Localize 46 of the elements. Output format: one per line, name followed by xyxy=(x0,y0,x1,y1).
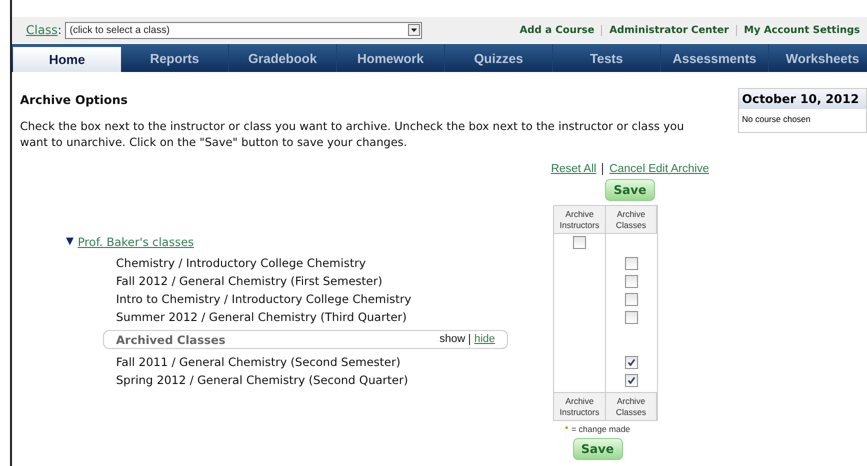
checkbox[interactable] xyxy=(573,236,586,249)
collapse-toggle[interactable]: ▼ xyxy=(66,234,74,250)
nav-tab[interactable]: Quizzes xyxy=(445,44,553,72)
action-link[interactable]: Cancel Edit Archive xyxy=(602,163,716,175)
class-dropdown[interactable]: (click to select a class) xyxy=(64,22,422,38)
column-header: Archive Classes xyxy=(605,205,657,234)
legend-text: = change made xyxy=(571,424,630,434)
action-link[interactable]: Reset All xyxy=(544,163,602,175)
date-heading: October 10, 2012 xyxy=(739,89,866,109)
checkbox[interactable] xyxy=(625,292,638,306)
class-link[interactable]: Class xyxy=(26,23,58,37)
class-name: Chemistry / Introductory College Chemistry xyxy=(115,255,367,272)
class-name: Intro to Chemistry / Introductory College Chemistry xyxy=(115,291,412,308)
top-link[interactable]: Add a Course xyxy=(512,24,602,36)
instructor-link[interactable]: Prof. Baker's classes xyxy=(78,234,194,250)
nav-tab[interactable]: Gradebook xyxy=(229,44,337,72)
class-name: Fall 2012 / General Chemistry (First Semester) xyxy=(115,273,384,290)
save-button[interactable]: Save xyxy=(605,179,655,201)
nav-tab[interactable]: Homework xyxy=(337,44,445,72)
class-name: Fall 2011 / General Chemistry (Second Semester) xyxy=(115,354,402,371)
checkbox[interactable] xyxy=(625,356,638,368)
class-name: Spring 2012 / General Chemistry (Second Quarter) xyxy=(115,372,410,389)
colon: : xyxy=(58,23,62,37)
nav-tab[interactable]: Assessments xyxy=(661,44,769,72)
change-marker: • xyxy=(564,423,568,434)
checkbox[interactable] xyxy=(625,274,638,288)
instructions-text: Check the box next to the instructor or class you want to archive. Uncheck the box next to the instructor or class you want to unarchive. Click on the "Save" button to save your changes. xyxy=(20,119,686,151)
nav-tab[interactable]: Home xyxy=(13,47,121,72)
class-name: Summer 2012 / General Chemistry (Third Quarter) xyxy=(115,309,408,326)
column-header: Archive Instructors xyxy=(553,392,605,421)
hide-link[interactable]: hide xyxy=(469,334,495,345)
nav-tab[interactable]: Tests xyxy=(553,44,661,72)
show-link[interactable]: show xyxy=(436,334,470,345)
checkbox[interactable] xyxy=(625,310,638,324)
column-header: Archive Instructors xyxy=(553,205,605,234)
top-link[interactable]: My Account Settings xyxy=(736,24,867,36)
checkbox[interactable] xyxy=(625,374,638,386)
status-text: No course chosen xyxy=(741,113,812,126)
save-button[interactable]: Save xyxy=(572,438,622,460)
nav-tab[interactable]: Reports xyxy=(121,44,229,72)
page-title: Archive Options xyxy=(20,93,129,107)
column-header: Archive Classes xyxy=(605,392,657,421)
checkbox[interactable] xyxy=(625,256,638,270)
nav-tab[interactable]: Worksheets xyxy=(769,44,867,72)
top-link[interactable]: Administrator Center xyxy=(601,24,736,36)
section-title: Archived Classes xyxy=(116,332,226,346)
